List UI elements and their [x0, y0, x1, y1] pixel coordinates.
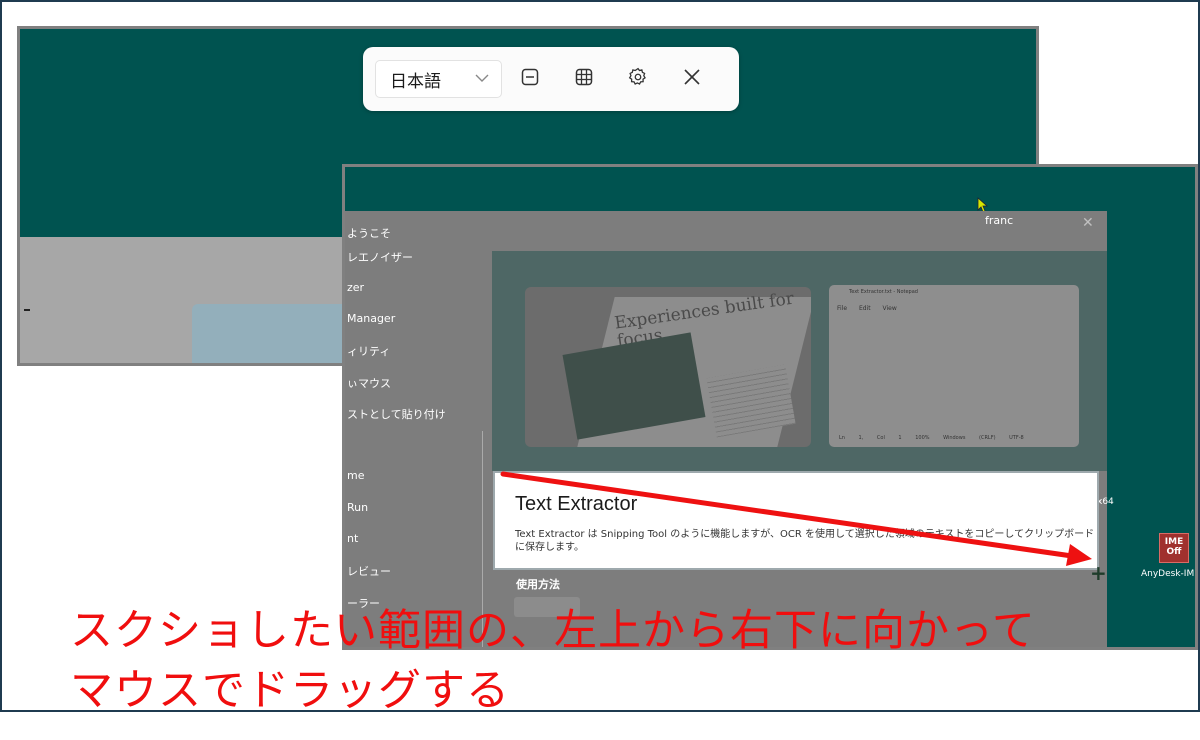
anydesk-ime-label: AnyDesk-IME — [1141, 569, 1198, 579]
caption-line-1: スクショしたい範囲の、左上から右下に向かって — [70, 606, 1036, 656]
search-input[interactable]: franc — [985, 214, 1013, 227]
close-button[interactable] — [666, 59, 718, 99]
sidebar-item-8[interactable]: Run — [347, 501, 368, 514]
module-title: Text Extractor — [515, 493, 638, 515]
sidebar-item-5[interactable]: ぃマウス — [347, 375, 391, 391]
desktop-label-x64: x64 — [1097, 497, 1114, 507]
sidebar-item-7[interactable]: me — [347, 469, 364, 482]
sidebar: ようこそ レエノイザー zer Manager ィリティ ぃマウス ストとして貼… — [345, 211, 485, 647]
settings-icon — [627, 66, 649, 92]
foreground-screenshot: franc ✕ ようこそ レエノイザー zer Manager ィリティ ぃマウ… — [342, 164, 1198, 650]
single-line-mode-button[interactable] — [504, 59, 556, 99]
notepad-status-zoom: 100% — [915, 435, 930, 441]
window-close-icon[interactable]: ✕ — [1082, 215, 1094, 231]
notepad-title: Text Extractor.txt - Notepad — [849, 289, 918, 295]
usage-heading: 使用方法 — [516, 578, 560, 591]
magazine-preview: Experiences built for focus — [525, 287, 811, 447]
notepad-status-position: Ln 1, Col 1 — [839, 435, 902, 441]
hero-image: Experiences built for focus Text Extract… — [492, 251, 1107, 471]
language-select[interactable]: 日本語 — [375, 60, 502, 98]
caption-line-2: マウスでドラッグする — [70, 666, 510, 716]
notepad-status-bar: Ln 1, Col 1 100% Windows (CRLF) UTF-8 — [839, 435, 1024, 441]
text-extractor-toolbar: 日本語 — [363, 47, 739, 111]
notepad-menu-view: View — [882, 305, 897, 312]
sidebar-item-2[interactable]: zer — [347, 281, 364, 294]
sidebar-item-6[interactable]: ストとして貼り付け — [347, 406, 446, 422]
notepad-menu: File Edit View — [837, 305, 897, 312]
single-line-icon — [520, 67, 540, 91]
table-icon — [574, 67, 594, 91]
crosshair-cursor-icon: + — [1090, 561, 1107, 585]
notepad-menu-edit: Edit — [858, 305, 871, 312]
notepad-status-encoding: UTF-8 — [1009, 435, 1024, 441]
powertoys-window: franc ✕ ようこそ レエノイザー zer Manager ィリティ ぃマウ… — [345, 211, 1107, 647]
module-description: Text Extractor は Snipping Tool のように機能します… — [515, 529, 1095, 553]
sidebar-item-4[interactable]: ィリティ — [347, 343, 390, 359]
sidebar-item-1[interactable]: レエノイザー — [347, 249, 413, 265]
selection-region: Text Extractor Text Extractor は Snipping… — [493, 471, 1099, 570]
notepad-preview: Text Extractor.txt - Notepad File Edit V… — [829, 285, 1079, 447]
table-mode-button[interactable] — [558, 59, 610, 99]
background-dash — [24, 309, 30, 311]
sidebar-item-3[interactable]: Manager — [347, 312, 395, 325]
sidebar-item-10[interactable]: レビュー — [347, 563, 391, 579]
settings-button[interactable] — [612, 59, 664, 99]
background-card — [192, 304, 352, 363]
notepad-status-eol: Windows (CRLF) — [943, 435, 996, 441]
anydesk-ime-icon[interactable]: IME Off — [1159, 533, 1189, 563]
language-select-value: 日本語 — [390, 71, 441, 92]
notepad-menu-file: File — [837, 305, 848, 312]
close-icon — [683, 68, 701, 90]
sidebar-item-9[interactable]: nt — [347, 532, 358, 545]
sidebar-item-welcome[interactable]: ようこそ — [347, 225, 391, 241]
chevron-down-icon — [475, 72, 489, 87]
